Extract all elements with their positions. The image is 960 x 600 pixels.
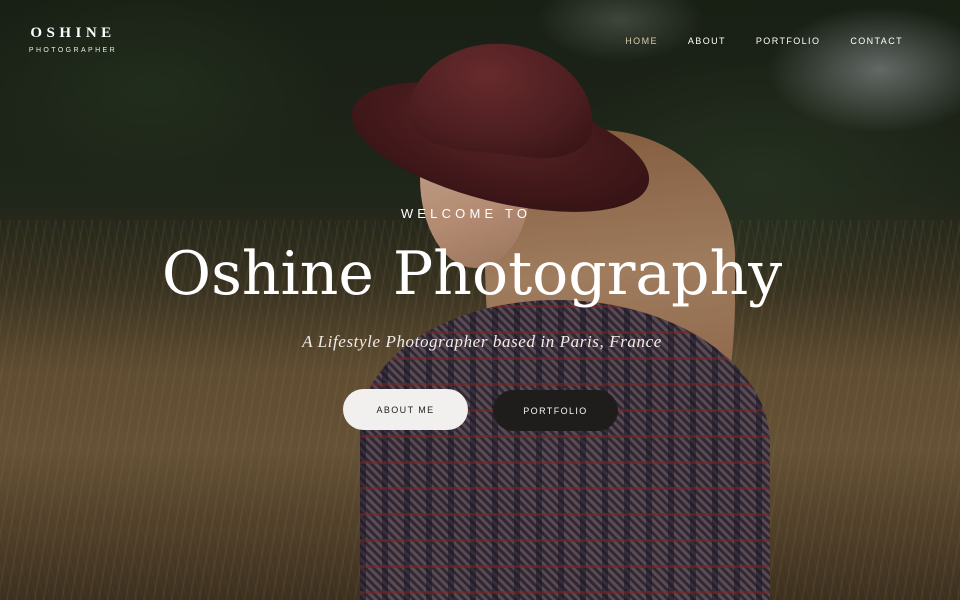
portfolio-button[interactable]: PORTFOLIO [493,390,618,431]
hero-title: Oshine Photography [161,239,783,309]
nav-item-about[interactable]: ABOUT [688,36,726,46]
landing-page: OSHINE PHOTOGRAPHER HOME ABOUT PORTFOLIO… [0,0,960,600]
nav-item-portfolio[interactable]: PORTFOLIO [756,36,820,46]
logo-title: OSHINE [30,25,116,41]
logo-subtitle: PHOTOGRAPHER [28,47,118,54]
site-logo[interactable]: OSHINE PHOTOGRAPHER [22,24,124,54]
nav-item-contact[interactable]: CONTACT [850,36,903,46]
main-nav: HOME ABOUT PORTFOLIO CONTACT [625,36,903,46]
about-me-button[interactable]: ABOUT ME [343,389,468,430]
hero-kicker: WELCOME TO [400,206,532,221]
hero-subtitle: A Lifestyle Photographer based in Paris,… [302,332,662,351]
nav-item-home[interactable]: HOME [625,36,658,46]
